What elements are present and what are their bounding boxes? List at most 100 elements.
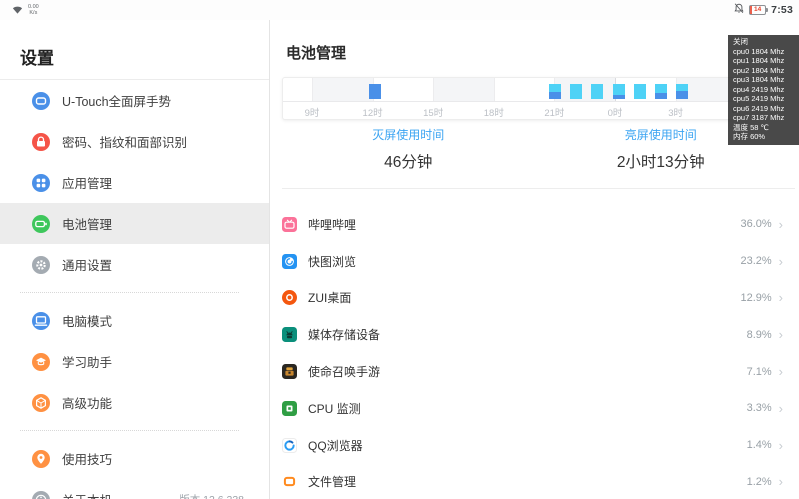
bilibili-app-icon <box>282 217 297 232</box>
app-row-cod[interactable]: 使命召唤手游 7.1% › <box>270 353 799 390</box>
screen-on-value: 2小时13分钟 <box>535 150 788 172</box>
cod-game-icon <box>282 364 297 379</box>
chart-bar-segment <box>570 84 582 99</box>
sidebar-item-label: U-Touch全面屏手势 <box>62 91 171 110</box>
android-app-icon <box>282 327 297 342</box>
chart-stripe <box>433 78 494 101</box>
battery-percentage: 1.2% <box>747 476 772 488</box>
chart-stripe <box>312 78 373 101</box>
app-name: 媒体存储设备 <box>308 326 380 343</box>
network-speed: 0.00 K/s <box>28 4 39 16</box>
chart-bar-12时 <box>369 84 381 99</box>
screen-off-label: 灭屏使用时间 <box>282 126 535 143</box>
chevron-right-icon: › <box>779 365 783 378</box>
debug-overlay-line: cpu5 2419 Mhz <box>733 94 799 104</box>
app-row-files[interactable]: 文件管理 1.2% › <box>270 464 799 499</box>
debug-overlay-line: cpu6 2419 Mhz <box>733 104 799 114</box>
qq-browser-icon <box>282 438 297 453</box>
lock-icon <box>32 133 50 151</box>
debug-overlay-line: cpu0 1804 Mhz <box>733 47 799 57</box>
chevron-right-icon: › <box>779 255 783 268</box>
screen-time-stats: 灭屏使用时间 46分钟 亮屏使用时间 2小时13分钟 <box>282 126 787 172</box>
sidebar-item-general[interactable]: 通用设置 <box>0 244 269 285</box>
version-label: 版本 12.6.238 <box>179 492 244 499</box>
chevron-right-icon: › <box>779 328 783 341</box>
battery-level: 14 <box>754 7 761 14</box>
grad-cap-icon <box>32 353 50 371</box>
sidebar-list: U-Touch全面屏手势 密码、指纹和面部识别 应用管理 电池管理 通用设置 电… <box>0 79 269 499</box>
chevron-right-icon: › <box>779 218 783 231</box>
sidebar-item-password[interactable]: 密码、指纹和面部识别 <box>0 121 269 162</box>
sidebar-item-about[interactable]: 关于本机 版本 12.6.238 <box>0 479 269 499</box>
chart-tick-label: 15时 <box>423 105 443 119</box>
status-bar: 0.00 K/s 14 7:53 <box>0 0 799 20</box>
sidebar-item-label: 密码、指纹和面部识别 <box>62 132 187 151</box>
debug-overlay-line: cpu2 1804 Mhz <box>733 66 799 76</box>
sidebar-item-label: 通用设置 <box>62 255 112 274</box>
battery-percentage: 7.1% <box>747 366 772 378</box>
divider <box>282 188 795 189</box>
sidebar-group-divider <box>20 430 239 431</box>
battery-percentage: 36.0% <box>740 218 771 230</box>
app-row-qq[interactable]: QQ浏览器 1.4% › <box>270 427 799 464</box>
app-row-bilibili[interactable]: 哔哩哔哩 36.0% › <box>270 206 799 243</box>
battery-percentage: 8.9% <box>747 329 772 341</box>
battery-app-list: 哔哩哔哩 36.0% › 快图浏览 23.2% › ZUI桌面 12.9% › … <box>270 206 799 499</box>
debug-overlay-line: cpu3 1804 Mhz <box>733 75 799 85</box>
sidebar-item-pc-mode[interactable]: 电脑模式 <box>0 300 269 341</box>
app-name: 哔哩哔哩 <box>308 216 356 233</box>
settings-sidebar: 设置 U-Touch全面屏手势 密码、指纹和面部识别 应用管理 电池管理 通用设… <box>0 20 270 499</box>
chart-bar-3时 <box>676 84 688 99</box>
app-name: 快图浏览 <box>308 253 356 270</box>
sidebar-item-label: 应用管理 <box>62 173 112 192</box>
chart-bar-segment <box>634 84 646 99</box>
chart-tick-label: 0时 <box>608 105 623 119</box>
sidebar-item-utouch[interactable]: U-Touch全面屏手势 <box>0 80 269 121</box>
sidebar-item-study[interactable]: 学习助手 <box>0 341 269 382</box>
chart-bar-segment <box>549 92 561 99</box>
sidebar-item-label: 高级功能 <box>62 393 112 412</box>
chart-tick-label: 3时 <box>668 105 683 119</box>
chart-stripe <box>554 78 615 101</box>
app-name: 文件管理 <box>308 473 356 490</box>
app-row-media[interactable]: 媒体存储设备 8.9% › <box>270 316 799 353</box>
chart-bar-segment <box>676 84 688 91</box>
app-name: 使命召唤手游 <box>308 363 380 380</box>
chart-bar-segment <box>591 84 603 99</box>
chart-tick-label: 21时 <box>544 105 564 119</box>
app-name: QQ浏览器 <box>308 437 363 454</box>
chevron-right-icon: › <box>779 291 783 304</box>
sidebar-item-tips[interactable]: 使用技巧 <box>0 438 269 479</box>
chevron-right-icon: › <box>779 402 783 415</box>
debug-overlay-line: cpu1 1804 Mhz <box>733 56 799 66</box>
sidebar-item-advanced[interactable]: 高级功能 <box>0 382 269 423</box>
chart-bar-0时 <box>613 84 625 99</box>
sidebar-item-apps[interactable]: 应用管理 <box>0 162 269 203</box>
mute-icon <box>734 1 744 19</box>
cpu-monitor-icon <box>282 401 297 416</box>
cube-icon <box>32 394 50 412</box>
wifi-icon <box>12 1 23 19</box>
pin-icon <box>32 450 50 468</box>
battery-usage-chart[interactable]: 9时12时15时18时21时0时3时6时 <box>282 77 740 120</box>
battery-percentage: 3.3% <box>747 402 772 414</box>
screen-off-stat: 灭屏使用时间 46分钟 <box>282 126 535 172</box>
chart-bar-segment <box>655 84 667 93</box>
app-row-gallery[interactable]: 快图浏览 23.2% › <box>270 243 799 280</box>
sidebar-item-label: 使用技巧 <box>62 449 112 468</box>
chevron-right-icon: › <box>779 439 783 452</box>
chart-gridline <box>494 78 495 101</box>
apps-icon <box>32 174 50 192</box>
chart-tick-label: 9时 <box>305 105 320 119</box>
app-row-zui[interactable]: ZUI桌面 12.9% › <box>270 280 799 317</box>
sidebar-item-battery[interactable]: 电池管理 <box>0 203 269 244</box>
chart-gridline <box>312 78 313 101</box>
chart-bar-segment <box>676 91 688 99</box>
page-title: 电池管理 <box>286 44 799 64</box>
battery-percentage: 12.9% <box>740 292 771 304</box>
file-manager-icon <box>282 474 297 489</box>
app-row-cpu[interactable]: CPU 监测 3.3% › <box>270 390 799 427</box>
app-name: ZUI桌面 <box>308 289 351 306</box>
chart-bar-21时 <box>549 84 561 99</box>
chart-bar-23时 <box>591 84 603 99</box>
